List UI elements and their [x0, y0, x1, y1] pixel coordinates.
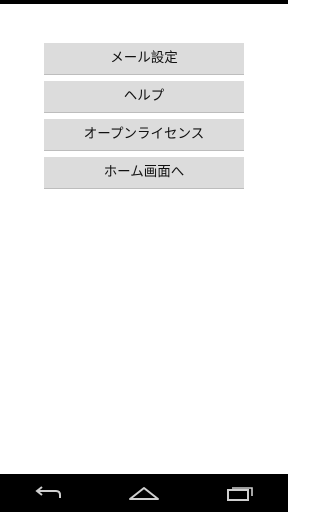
navigation-bar: [0, 474, 288, 512]
open-license-button[interactable]: オープンライセンス: [44, 119, 244, 151]
recent-apps-icon: [227, 487, 253, 501]
main-content: メール設定 ヘルプ オープンライセンス ホーム画面へ: [0, 4, 288, 474]
back-arrow-icon: [35, 486, 61, 498]
home-icon: [129, 487, 159, 500]
back-button[interactable]: [18, 474, 78, 512]
settings-menu: メール設定 ヘルプ オープンライセンス ホーム画面へ: [44, 43, 244, 195]
recent-apps-button[interactable]: [210, 474, 270, 512]
mail-settings-button[interactable]: メール設定: [44, 43, 244, 75]
home-button[interactable]: [114, 474, 174, 512]
help-button[interactable]: ヘルプ: [44, 81, 244, 113]
home-screen-button[interactable]: ホーム画面へ: [44, 157, 244, 189]
